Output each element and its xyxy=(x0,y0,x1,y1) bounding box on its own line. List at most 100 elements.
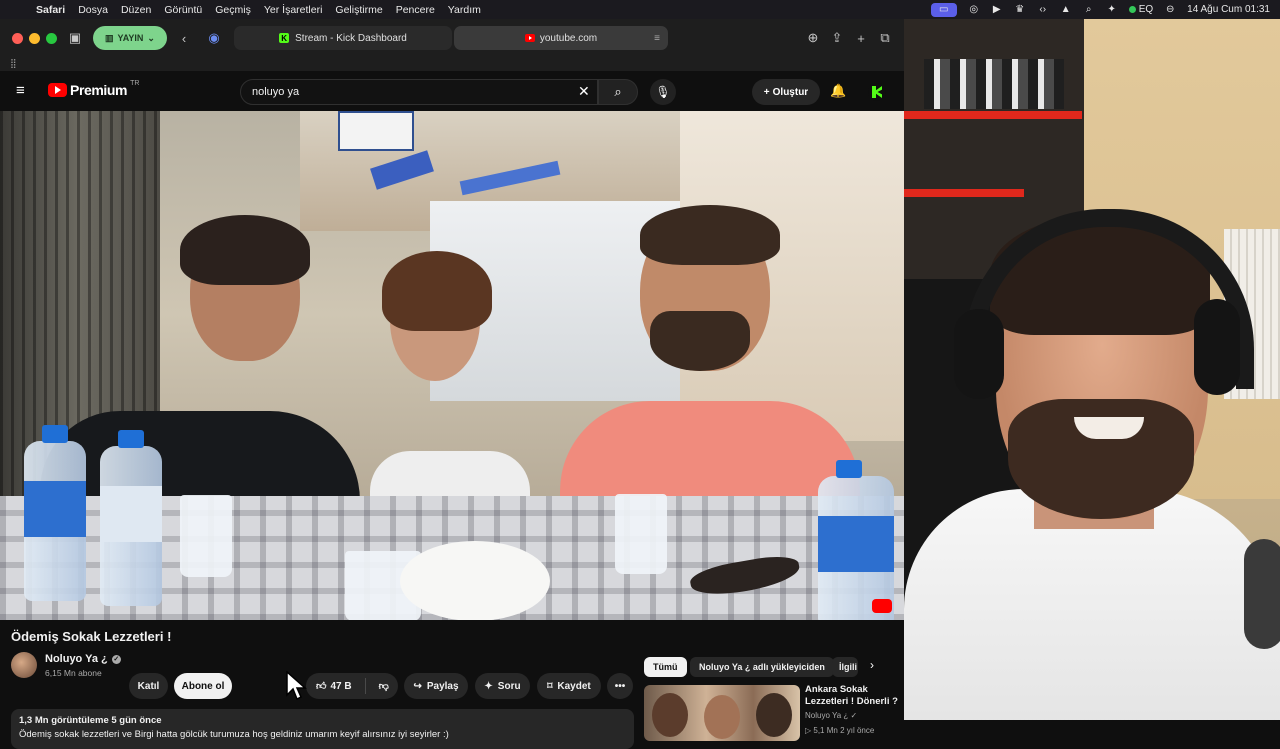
sparkle-icon: ✦ xyxy=(484,680,493,692)
channel-avatar[interactable] xyxy=(11,652,37,678)
search-input[interactable]: noluyo ya xyxy=(240,79,598,105)
plus-icon: + xyxy=(763,86,770,98)
chip-related[interactable]: İlgili xyxy=(832,657,858,677)
more-actions-button[interactable]: ••• xyxy=(607,673,633,699)
bookmark-icon: ⌑ xyxy=(547,680,553,692)
favorites-bar: ⣿ xyxy=(0,57,904,71)
recommended-thumbnail[interactable] xyxy=(644,685,800,741)
channel-name-link[interactable]: Noluyo Ya ¿ ✓ xyxy=(45,653,121,665)
profile-pill-label: YAYIN xyxy=(117,33,144,43)
like-dislike-group: 👍︎ 47 B 👎︎ xyxy=(306,673,398,699)
webcam-overlay xyxy=(904,19,1280,720)
subscribe-button[interactable]: Abone ol xyxy=(174,673,232,699)
youtube-premium-logo[interactable]: Premium TR xyxy=(48,79,140,98)
profile-pill[interactable]: ▥ YAYIN ⌄ xyxy=(93,26,167,50)
share-arrow-icon: ↪ xyxy=(413,680,422,692)
kick-avatar-icon xyxy=(872,86,882,98)
save-button[interactable]: ⌑ Kaydet xyxy=(537,673,601,699)
recommended-title[interactable]: Ankara Sokak Lezzetleri ! Dönerli ? xyxy=(805,684,900,708)
divider xyxy=(364,678,366,694)
tab-title: Stream - Kick Dashboard xyxy=(295,32,407,44)
ask-button[interactable]: ✦ Soru xyxy=(475,673,530,699)
logo-text: Premium xyxy=(70,82,128,98)
tent-icon[interactable]: ▲ xyxy=(1060,4,1072,16)
region-code: TR xyxy=(130,79,140,87)
recommended-views: 5,1 Mn xyxy=(813,726,838,735)
eq-label: EQ xyxy=(1138,4,1154,15)
views-and-date: 1,3 Mn görüntüleme 5 gün önce xyxy=(19,715,162,726)
sidebar-toggle-icon[interactable]: ▣ xyxy=(64,27,86,49)
spotlight-search-icon[interactable]: ⌕ xyxy=(1083,4,1095,16)
chevron-right-icon[interactable]: › xyxy=(870,658,874,672)
menubar-clock[interactable]: 14 Ağu Cum 01:31 xyxy=(1187,4,1270,16)
tab-title: youtube.com xyxy=(539,32,598,44)
back-button-icon[interactable]: ‹ xyxy=(173,27,195,49)
description-box[interactable]: 1,3 Mn görüntüleme 5 gün önce Ödemiş sok… xyxy=(11,709,634,749)
views-icon: ▷ xyxy=(805,726,814,735)
chip-all[interactable]: Tümü xyxy=(644,657,687,677)
headphone-cup-right xyxy=(1194,299,1240,395)
mouse-cursor-icon xyxy=(286,671,307,701)
dislike-button-icon[interactable]: 👎︎ xyxy=(379,680,389,692)
share-button[interactable]: ↪ Paylaş xyxy=(404,673,468,699)
youtube-watermark-icon xyxy=(872,599,892,613)
streamer-smile xyxy=(1074,417,1144,439)
verified-check-icon: ✓ xyxy=(111,654,121,664)
like-button[interactable]: 👍︎ 47 B xyxy=(316,680,352,693)
create-label: Oluştur xyxy=(772,86,809,98)
grid-icon[interactable]: ⣿ xyxy=(10,58,17,69)
new-tab-icon[interactable]: + xyxy=(850,27,872,49)
macos-menubar: Safari Dosya Düzen Görüntü Geçmiş Yer İş… xyxy=(0,0,1280,19)
close-window-button[interactable] xyxy=(12,33,23,44)
tab-youtube[interactable]: youtube.com ≡ xyxy=(454,26,668,50)
kick-icon: K xyxy=(279,33,290,43)
minimize-window-button[interactable] xyxy=(29,33,40,44)
safari-window: ▣ ▥ YAYIN ⌄ ‹ ◉ K Stream - Kick Dashboar… xyxy=(0,19,904,749)
eq-status[interactable]: EQ xyxy=(1128,4,1154,16)
tab-kick-dashboard[interactable]: K Stream - Kick Dashboard xyxy=(234,26,452,50)
menu-item-bookmarks[interactable]: Yer İşaretleri xyxy=(264,4,323,16)
video-scene-sign xyxy=(338,111,414,151)
clear-search-icon[interactable]: ✕ xyxy=(578,83,590,100)
video-player[interactable] xyxy=(0,111,904,620)
menubar-status-area: ▭ ◎ ▶ ♛ ‹› ▲ ⌕ ✦ EQ ⊖ 14 Ağu Cum 01:31 xyxy=(930,0,1270,19)
video-water-bottle xyxy=(24,425,86,601)
zoom-window-button[interactable] xyxy=(46,33,57,44)
voice-search-button[interactable]: 🎙 xyxy=(650,79,676,105)
play-circle-icon[interactable]: ▶ xyxy=(991,4,1003,16)
control-center-icon[interactable]: ⊖ xyxy=(1164,4,1176,16)
downloads-icon[interactable]: ⊕ xyxy=(802,27,824,49)
menu-item-develop[interactable]: Geliştirme xyxy=(335,4,382,16)
screen-record-icon[interactable]: ▭ xyxy=(930,2,957,17)
tab-overview-icon[interactable]: ⧉ xyxy=(874,27,896,49)
youtube-header: ≡ Premium TR noluyo ya ✕ ⌕ 🎙 + Oluştur 🔔 xyxy=(0,71,904,111)
account-avatar[interactable] xyxy=(868,83,886,101)
share-icon[interactable]: ⇪ xyxy=(826,27,848,49)
menu-item-view[interactable]: Görüntü xyxy=(164,4,202,16)
menu-item-history[interactable]: Geçmiş xyxy=(215,4,251,16)
menu-app-name[interactable]: Safari xyxy=(36,4,65,16)
recommended-meta: ▷ 5,1 Mn 2 yıl önce xyxy=(805,726,874,735)
video-plate xyxy=(400,541,550,620)
menu-item-help[interactable]: Yardım xyxy=(448,4,481,16)
search-button[interactable]: ⌕ xyxy=(598,79,638,105)
menu-item-edit[interactable]: Düzen xyxy=(121,4,151,16)
thumbs-up-icon: 👍︎ xyxy=(316,681,327,692)
extension-icon[interactable]: ◉ xyxy=(203,27,225,49)
creative-cloud-icon[interactable]: ◎ xyxy=(968,4,980,16)
chip-from-uploader[interactable]: Noluyo Ya ¿ adlı yükleyiciden xyxy=(690,657,834,677)
reader-list-icon[interactable]: ≡ xyxy=(654,33,660,44)
join-button[interactable]: Katıl xyxy=(129,673,168,699)
save-label: Kaydet xyxy=(557,680,591,692)
like-count: 47 B xyxy=(330,680,352,692)
menu-item-file[interactable]: Dosya xyxy=(78,4,108,16)
recommended-age: 2 yıl önce xyxy=(840,726,875,735)
chef-hat-icon[interactable]: ♛ xyxy=(1014,4,1026,16)
menu-item-window[interactable]: Pencere xyxy=(396,4,435,16)
sparkle-icon[interactable]: ✦ xyxy=(1106,4,1118,16)
code-icon[interactable]: ‹› xyxy=(1037,4,1049,16)
notifications-bell-icon[interactable]: 🔔 xyxy=(830,83,846,99)
create-button[interactable]: + Oluştur xyxy=(752,79,820,105)
menu-icon[interactable]: ≡ xyxy=(16,83,30,98)
microphone-icon: 🎙 xyxy=(655,85,671,99)
